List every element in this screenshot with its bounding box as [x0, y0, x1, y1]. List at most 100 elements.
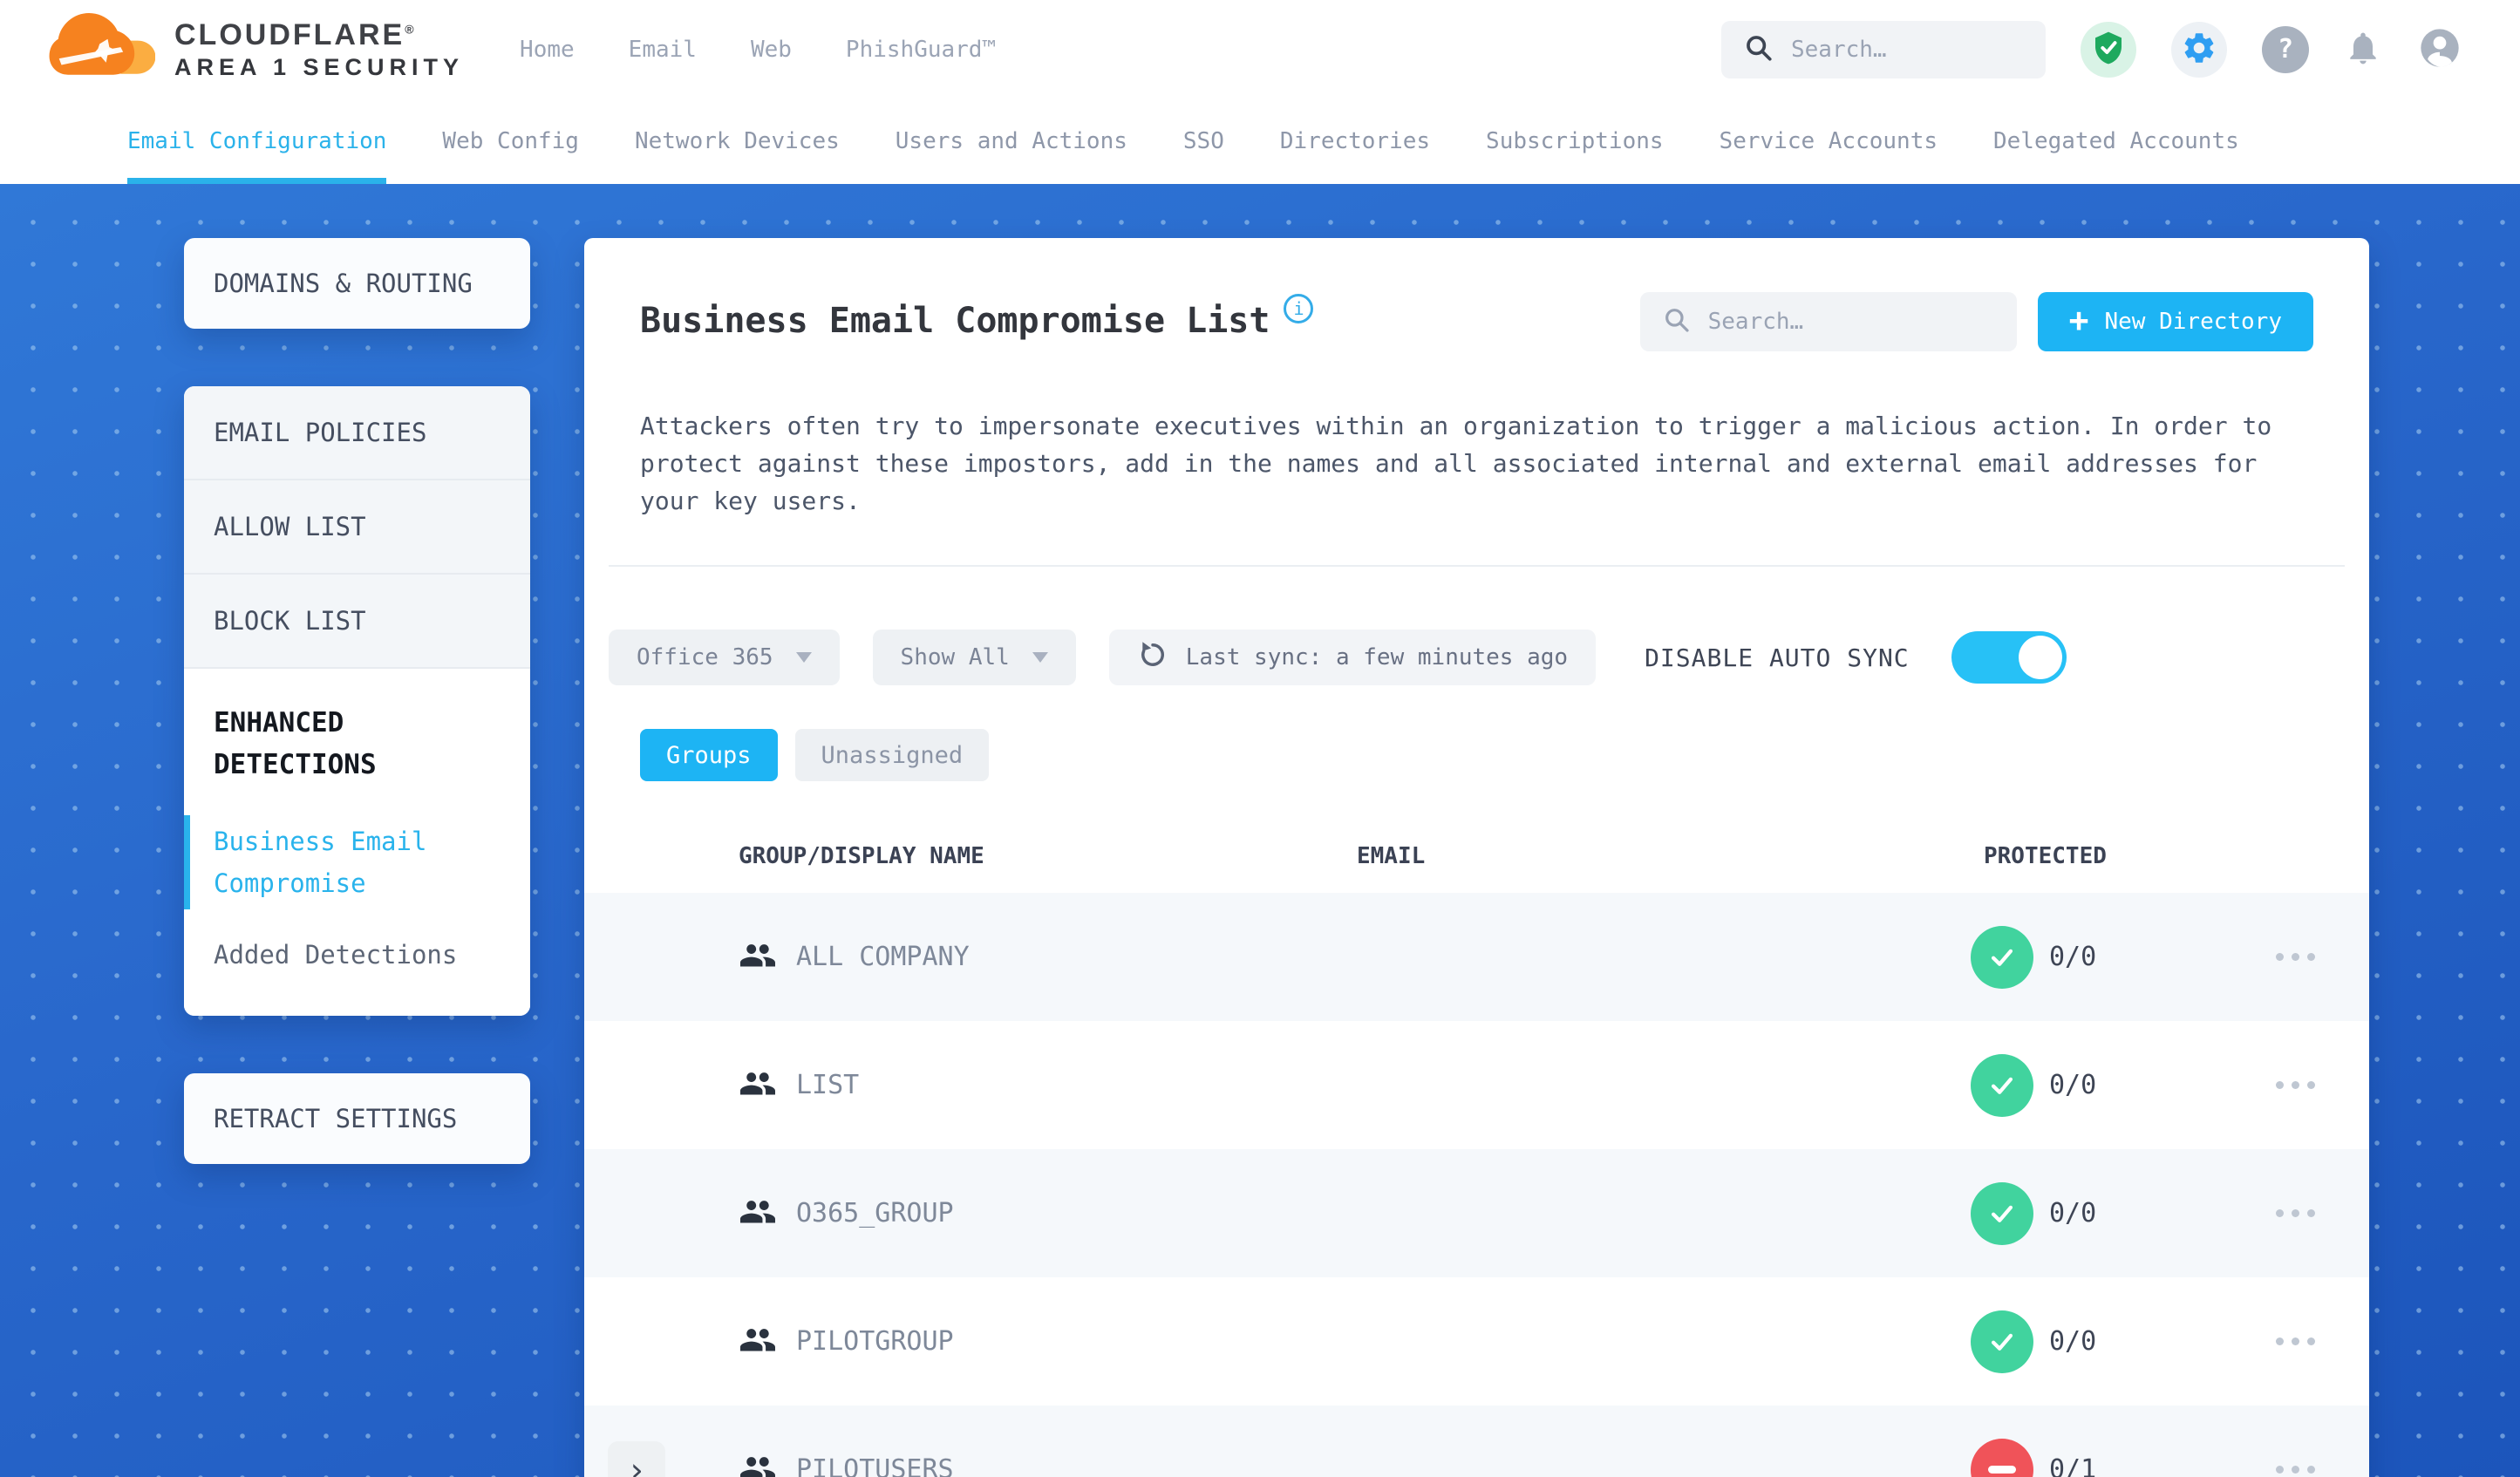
- tab-directories[interactable]: Directories: [1280, 99, 1430, 184]
- group-name: PILOTUSERS: [796, 1454, 954, 1477]
- show-filter-select[interactable]: Show All: [872, 630, 1076, 685]
- row-actions-menu[interactable]: [2276, 1457, 2369, 1477]
- row-actions-menu[interactable]: [2276, 944, 2369, 970]
- protected-badge: [1971, 1053, 2033, 1117]
- tab-users-and-actions[interactable]: Users and Actions: [896, 99, 1127, 184]
- group-icon: [739, 936, 777, 978]
- minus-icon: [1988, 1466, 2016, 1474]
- protected-badge: [1971, 1181, 2033, 1245]
- list-search[interactable]: [1639, 292, 2017, 351]
- protected-count: 0/0: [2049, 1198, 2097, 1229]
- page-description: Attackers often try to impersonate execu…: [640, 412, 2272, 515]
- column-header-email: EMAIL: [1357, 843, 1426, 869]
- table-row: O365_GROUP 0/0: [584, 1149, 2369, 1277]
- group-icon: [739, 1321, 777, 1363]
- sidebar-policies-card: EMAIL POLICIES ALLOW LIST BLOCK LIST ENH…: [184, 386, 530, 1016]
- security-status-button[interactable]: [2081, 21, 2136, 78]
- table-header: GROUP/DISPLAY NAME EMAIL PROTECTED: [584, 820, 2369, 893]
- divider: [609, 565, 2345, 567]
- sidebar-item-domains-routing[interactable]: DOMAINS & ROUTING: [184, 238, 530, 329]
- top-bar: CLOUDFLARE® AREA 1 SECURITY Home Email W…: [0, 0, 2520, 99]
- group-icon: [739, 1193, 777, 1235]
- search-icon: [1744, 33, 1774, 66]
- refresh-icon: [1137, 639, 1168, 677]
- tab-subscriptions[interactable]: Subscriptions: [1486, 99, 1664, 184]
- shield-check-icon: [2091, 31, 2126, 69]
- table-row: ALL COMPANY 0/0: [584, 893, 2369, 1021]
- page-title: Business Email Compromise List: [640, 301, 1270, 341]
- search-icon: [1663, 306, 1691, 337]
- info-icon[interactable]: i: [1284, 294, 1314, 323]
- page-content: DOMAINS & ROUTING EMAIL POLICIES ALLOW L…: [0, 184, 2520, 1477]
- enhanced-detections-title[interactable]: ENHANCED DETECTIONS: [214, 702, 501, 786]
- tab-service-accounts[interactable]: Service Accounts: [1720, 99, 1938, 184]
- column-header-protected: PROTECTED: [1984, 843, 2107, 869]
- sidebar-item-retract-settings[interactable]: RETRACT SETTINGS: [184, 1073, 530, 1164]
- caret-down-icon: [795, 652, 812, 663]
- tab-network-devices[interactable]: Network Devices: [635, 99, 840, 184]
- registered-mark: ®: [405, 22, 414, 37]
- sidebar-item-added-detections[interactable]: Added Detections: [214, 934, 501, 976]
- expand-row-button[interactable]: ›: [608, 1440, 665, 1477]
- caret-down-icon: [1032, 652, 1048, 663]
- question-icon: ?: [2262, 25, 2309, 73]
- gear-icon: [2181, 30, 2217, 70]
- table-row: LIST 0/0: [584, 1021, 2369, 1149]
- cloudflare-logo[interactable]: CLOUDFLARE® AREA 1 SECURITY: [49, 12, 465, 86]
- protected-badge: [1971, 925, 2033, 989]
- auto-sync-toggle[interactable]: [1951, 631, 2067, 684]
- top-nav-web[interactable]: Web: [751, 37, 792, 63]
- row-actions-menu[interactable]: [2276, 1072, 2369, 1098]
- protected-count: 0/0: [2049, 1070, 2097, 1100]
- protected-count: 0/0: [2049, 1326, 2097, 1357]
- group-name: O365_GROUP: [796, 1198, 954, 1229]
- list-search-input[interactable]: [1707, 309, 1994, 335]
- help-button[interactable]: ?: [2262, 25, 2309, 73]
- toggle-knob: [2018, 636, 2062, 679]
- row-actions-menu[interactable]: [2276, 1201, 2369, 1226]
- top-nav-phishguard[interactable]: PhishGuard™: [846, 37, 996, 63]
- tab-sso[interactable]: SSO: [1183, 99, 1224, 184]
- plus-icon: +: [2068, 301, 2089, 339]
- group-name: PILOTGROUP: [796, 1326, 954, 1357]
- last-sync-button[interactable]: Last sync: a few minutes ago: [1108, 630, 1597, 685]
- tab-web-config[interactable]: Web Config: [442, 99, 579, 184]
- account-button[interactable]: [2417, 25, 2462, 74]
- tab-groups[interactable]: Groups: [640, 729, 778, 781]
- brand-subtitle: AREA 1 SECURITY: [174, 53, 465, 80]
- unprotected-badge: [1971, 1438, 2033, 1477]
- settings-sidebar: DOMAINS & ROUTING EMAIL POLICIES ALLOW L…: [184, 238, 530, 1477]
- protected-badge: [1971, 1310, 2033, 1373]
- top-nav: Home Email Web PhishGuard™: [520, 37, 996, 63]
- directory-select[interactable]: Office 365: [609, 630, 840, 685]
- tab-unassigned[interactable]: Unassigned: [794, 729, 990, 781]
- column-header-group-name: GROUP/DISPLAY NAME: [739, 843, 984, 869]
- cloudflare-cloud-icon: [49, 12, 156, 86]
- sidebar-item-allow-list[interactable]: ALLOW LIST: [184, 480, 530, 575]
- tab-email-configuration[interactable]: Email Configuration: [127, 99, 387, 184]
- user-icon: [2417, 25, 2462, 74]
- table-row: › PILOTUSERS 0/1: [584, 1406, 2369, 1477]
- new-directory-button[interactable]: + New Directory: [2037, 292, 2313, 351]
- groups-table: GROUP/DISPLAY NAME EMAIL PROTECTED ALL C…: [584, 820, 2369, 1477]
- group-name: LIST: [796, 1070, 860, 1100]
- notifications-button[interactable]: [2344, 29, 2382, 71]
- settings-button[interactable]: [2171, 21, 2227, 78]
- sidebar-item-email-policies[interactable]: EMAIL POLICIES: [184, 386, 530, 480]
- bec-list-card: Business Email Compromise List i + New D…: [584, 238, 2369, 1477]
- chevron-right-icon: ›: [626, 1450, 647, 1477]
- group-icon: [739, 1449, 777, 1477]
- global-search-input[interactable]: [1791, 36, 2023, 63]
- top-nav-email[interactable]: Email: [629, 37, 697, 63]
- bell-icon: [2344, 29, 2382, 71]
- sidebar-item-block-list[interactable]: BLOCK LIST: [184, 575, 530, 669]
- sidebar-item-business-email-compromise[interactable]: Business Email Compromise: [184, 815, 501, 909]
- row-actions-menu[interactable]: [2276, 1329, 2369, 1354]
- table-row: PILOTGROUP 0/0: [584, 1277, 2369, 1406]
- top-nav-home[interactable]: Home: [520, 37, 575, 63]
- view-tabs: Groups Unassigned: [640, 729, 2313, 781]
- brand-name: CLOUDFLARE®: [174, 17, 414, 51]
- group-icon: [739, 1065, 777, 1106]
- tab-delegated-accounts[interactable]: Delegated Accounts: [1993, 99, 2239, 184]
- global-search[interactable]: [1721, 20, 2046, 78]
